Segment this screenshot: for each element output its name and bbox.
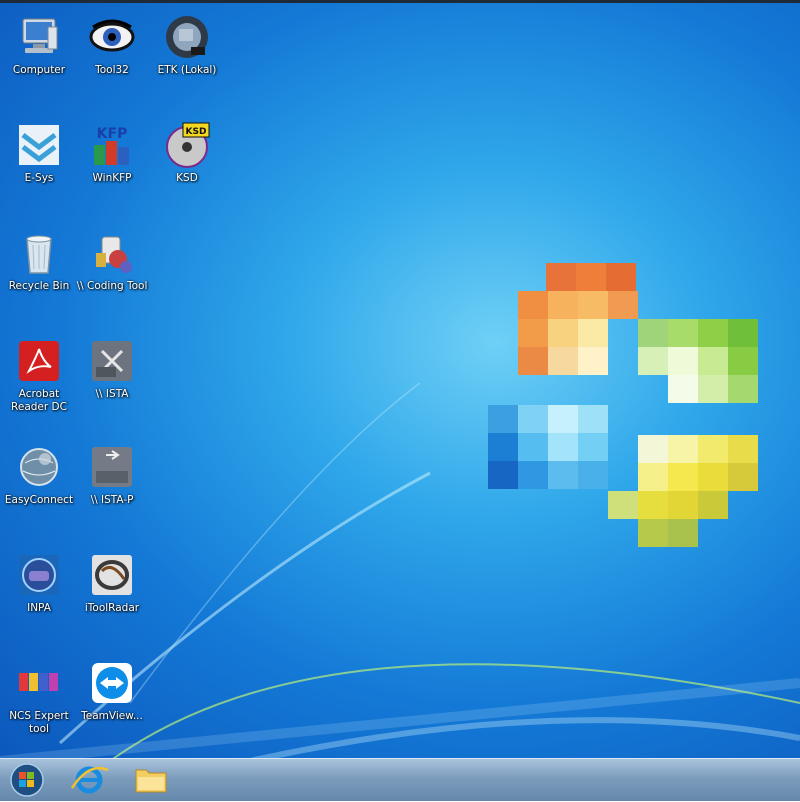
desktop-icon-label: \\ ISTA-P [90,494,134,506]
desktop-icon-label: \\ Coding Tool [76,280,148,292]
desktop-icon-easyconnect[interactable]: EasyConnect [0,443,78,507]
recycle-bin-icon [15,229,63,277]
itoolradar-icon [88,551,136,599]
ksd-disc-icon: KSD [163,121,211,169]
desktop-icon-ista[interactable]: \\ ISTA [73,337,151,401]
taskbar [0,758,800,801]
desktop-icon-coding-tool[interactable]: \\ Coding Tool [73,229,151,293]
desktop-icon-label: Recycle Bin [8,280,70,292]
desktop-icon-label: Tool32 [95,64,129,76]
start-button[interactable] [0,762,54,798]
svg-text:KFP: KFP [97,126,128,142]
desktop-icon-computer[interactable]: Computer [0,13,78,77]
windows-logo [488,263,758,547]
desktop-icon-label: INPA [27,602,51,614]
ista-icon [88,337,136,385]
acrobat-icon [15,337,63,385]
file-explorer-icon [135,769,167,793]
desktop-icon-label: EasyConnect [4,494,74,506]
desktop-icon-label: KSD [176,172,198,184]
desktop-icon-label: NCS Expert tool [9,710,69,735]
desktop-icon-label: E-Sys [24,172,54,184]
desktop-icon-label: TeamView... [81,710,143,722]
desktop-icon-tool32[interactable]: Tool32 [73,13,151,77]
teamviewer-icon [88,659,136,707]
desktop-icon-teamviewer[interactable]: TeamView... [73,659,151,723]
desktop-icon-ista-p[interactable]: \\ ISTA-P [73,443,151,507]
desktop-icon-acrobat[interactable]: Acrobat Reader DC [0,337,78,414]
desktop-icon-label: iToolRadar [84,602,140,614]
desktop-icon-ncs-expert[interactable]: NCS Expert tool [0,659,78,736]
desktop: Computer Recycle Bin Acrobat Reader DC E… [0,0,800,758]
taskbar-file-explorer[interactable] [124,762,178,798]
desktop-icon-recycle-bin[interactable]: Recycle Bin [0,229,78,293]
ncs-expert-icon [15,659,63,707]
start-orb-icon [10,763,44,797]
desktop-icon-esys[interactable]: E-Sys [0,121,78,185]
desktop-icon-label: \\ ISTA [95,388,129,400]
esys-icon [15,121,63,169]
desktop-icon-label: Computer [12,64,66,76]
internet-explorer-icon [70,766,109,794]
etk-disc-icon [163,13,211,61]
coding-tool-icon [88,229,136,277]
computer-icon [15,13,63,61]
taskbar-internet-explorer[interactable] [62,762,116,798]
desktop-icon-label: WinKFP [92,172,132,184]
ista-p-icon [88,443,136,491]
desktop-icon-itoolradar[interactable]: iToolRadar [73,551,151,615]
desktop-icon-label: ETK (Lokal) [157,64,217,76]
winkfp-icon: KFP [88,121,136,169]
inpa-icon [15,551,63,599]
desktop-icon-winkfp[interactable]: KFP WinKFP [73,121,151,185]
globe-icon [15,443,63,491]
desktop-icon-etk[interactable]: ETK (Lokal) [148,13,226,77]
desktop-icon-label: Acrobat Reader DC [11,388,67,413]
svg-text:KSD: KSD [186,127,207,137]
desktop-icon-ksd[interactable]: KSD KSD [148,121,226,185]
desktop-icon-inpa[interactable]: INPA [0,551,78,615]
eye-icon [88,13,136,61]
